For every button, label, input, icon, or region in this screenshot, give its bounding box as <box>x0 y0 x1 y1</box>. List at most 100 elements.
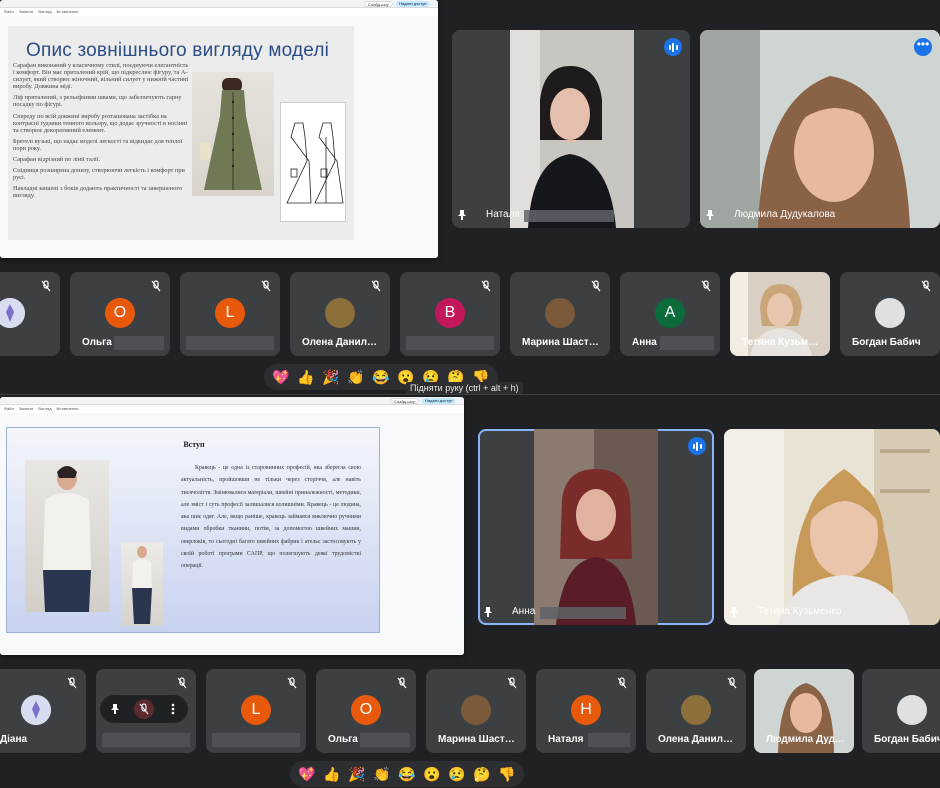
menu-edit[interactable]: Змінити <box>19 406 34 412</box>
avatar <box>21 695 51 725</box>
participant-tile[interactable]: L <box>180 272 280 356</box>
redacted-surname <box>588 733 630 747</box>
reaction-thumbs-down[interactable]: 👎 <box>496 763 518 785</box>
video-tile-liudmyla[interactable]: ••• Людмила Дудукалова <box>700 30 940 228</box>
pin-icon[interactable] <box>730 607 738 617</box>
redacted-name <box>212 733 300 747</box>
participant-tile[interactable] <box>0 272 60 356</box>
participant-tile[interactable]: А Анна <box>620 272 720 356</box>
menu-file[interactable]: Файл <box>4 406 14 412</box>
reaction-thinking[interactable]: 🤔 <box>471 763 493 785</box>
reaction-thumbs-up[interactable]: 👍 <box>321 763 343 785</box>
participant-tile[interactable]: В <box>400 272 500 356</box>
reaction-clap[interactable]: 👏 <box>371 763 393 785</box>
video-tile-anna[interactable]: Анна <box>478 429 714 625</box>
video-feed <box>724 429 940 625</box>
slides-menubar: Файл Змінити Вигляд Вставлення <box>0 8 438 16</box>
participant-tile[interactable]: Людмила Дуд… <box>754 669 854 753</box>
reaction-thumbs-up[interactable]: 👍 <box>295 366 317 388</box>
participant-tile[interactable]: Богдан Бабич <box>840 272 940 356</box>
mic-off-icon <box>591 280 601 292</box>
mic-off-icon <box>701 280 711 292</box>
reaction-surprised[interactable]: 😮 <box>421 763 443 785</box>
mic-off-icon <box>507 677 517 689</box>
reaction-clap[interactable]: 👏 <box>345 366 367 388</box>
participant-tile[interactable]: О Ольга <box>316 669 416 753</box>
participant-tile[interactable]: О Ольга <box>70 272 170 356</box>
meeting-screenshot-bottom: Слайд-шоу Надати доступ Файл Змінити Виг… <box>0 394 940 788</box>
participant-name: Тетяна Кузьменко <box>758 606 842 617</box>
avatar: В <box>435 298 465 328</box>
mic-off-icon <box>287 677 297 689</box>
mute-participant-icon[interactable] <box>133 699 154 719</box>
mic-off-icon <box>617 677 627 689</box>
model-photo <box>25 460 109 612</box>
pin-icon[interactable] <box>484 607 492 617</box>
reaction-party[interactable]: 🎉 <box>346 763 368 785</box>
participant-tile[interactable]: Марина Шаст… <box>510 272 610 356</box>
participant-name: Тетяна Кузьм… <box>742 337 819 348</box>
menu-insert[interactable]: Вставлення <box>57 9 79 15</box>
participant-tile[interactable]: Олена Данил… <box>646 669 746 753</box>
reaction-laugh[interactable]: 😂 <box>370 366 392 388</box>
slide-paragraph: Сарафан відрізний по лінії талії. <box>13 156 101 164</box>
participant-tile[interactable]: Діана <box>0 669 86 753</box>
redacted-name <box>406 336 494 350</box>
participant-tile[interactable]: Марина Шаст… <box>426 669 526 753</box>
redacted-surname <box>114 336 164 350</box>
reaction-laugh[interactable]: 😂 <box>396 763 418 785</box>
presentation-window: Слайд-шоу Надати доступ Файл Змінити Виг… <box>0 0 438 258</box>
slide-paragraph: Сарафан виконаний у класичному стилі, по… <box>13 62 189 91</box>
video-tile-natalia[interactable]: Наталя <box>452 30 690 228</box>
participant-name: Олена Данил… <box>658 734 734 745</box>
participant-tile[interactable]: Тетяна Кузьм… <box>730 272 830 356</box>
slides-menubar: Файл Змінити Вигляд Вставлення <box>0 405 464 413</box>
pin-icon[interactable] <box>105 699 125 719</box>
speaking-indicator-icon <box>664 38 682 56</box>
avatar: Н <box>571 695 601 725</box>
mic-off-icon <box>727 677 737 689</box>
share-button[interactable]: Надати доступ <box>422 398 456 404</box>
menu-insert[interactable]: Вставлення <box>57 406 79 412</box>
avatar <box>545 298 575 328</box>
redacted-surname <box>540 607 626 619</box>
reaction-sad[interactable]: 😢 <box>446 763 468 785</box>
slide-current[interactable]: Вступ Кравець - це одна із старовинних п… <box>6 427 380 633</box>
avatar: А <box>655 298 685 328</box>
video-feed <box>534 429 658 625</box>
more-options-icon[interactable]: ••• <box>914 38 932 56</box>
participant-tile[interactable]: Олена Данил… <box>290 272 390 356</box>
redacted-name <box>186 336 274 350</box>
participant-tile[interactable]: L <box>206 669 306 753</box>
slide-paragraph: Накладні кишені з боків додають практичн… <box>13 185 182 200</box>
participant-tile[interactable]: Богдан Бабич <box>862 669 940 753</box>
more-options-icon[interactable] <box>163 699 183 719</box>
slide-current[interactable]: Опис зовнішнього вигляду моделі Сарафан … <box>8 26 354 240</box>
menu-file[interactable]: Файл <box>4 9 14 15</box>
slides-toolbar: Слайд-шоу Надати доступ <box>0 397 464 405</box>
reaction-party[interactable]: 🎉 <box>320 366 342 388</box>
participant-name: Олена Данил… <box>302 337 378 348</box>
pin-icon[interactable] <box>458 210 466 220</box>
pin-icon[interactable] <box>706 210 714 220</box>
slideshow-button[interactable]: Слайд-шоу <box>364 1 393 7</box>
redacted-surname <box>660 336 714 350</box>
tile-hover-controls <box>100 695 188 723</box>
video-tile-tetiana[interactable]: Тетяна Кузьменко <box>724 429 940 625</box>
mic-off-icon <box>41 280 51 292</box>
share-button[interactable]: Надати доступ <box>396 1 430 7</box>
slideshow-button[interactable]: Слайд-шоу <box>390 398 419 404</box>
menu-view[interactable]: Вигляд <box>38 406 51 412</box>
reaction-heart[interactable]: 💖 <box>296 763 318 785</box>
slide-paragraph: Ліф приталений, з рельєфними швами, що з… <box>13 94 182 109</box>
menu-view[interactable]: Вигляд <box>38 9 51 15</box>
slide-paragraph: Бретелі вузькі, що надає моделі легкості… <box>13 137 183 152</box>
menu-edit[interactable]: Змінити <box>19 9 34 15</box>
redacted-surname <box>360 733 410 747</box>
participant-tile[interactable]: Н Наталя <box>536 669 636 753</box>
dress-sketch <box>280 102 346 222</box>
reaction-heart[interactable]: 💖 <box>270 366 292 388</box>
avatar: О <box>351 695 381 725</box>
avatar: L <box>241 695 271 725</box>
participant-name: Марина Шаст… <box>438 734 515 745</box>
